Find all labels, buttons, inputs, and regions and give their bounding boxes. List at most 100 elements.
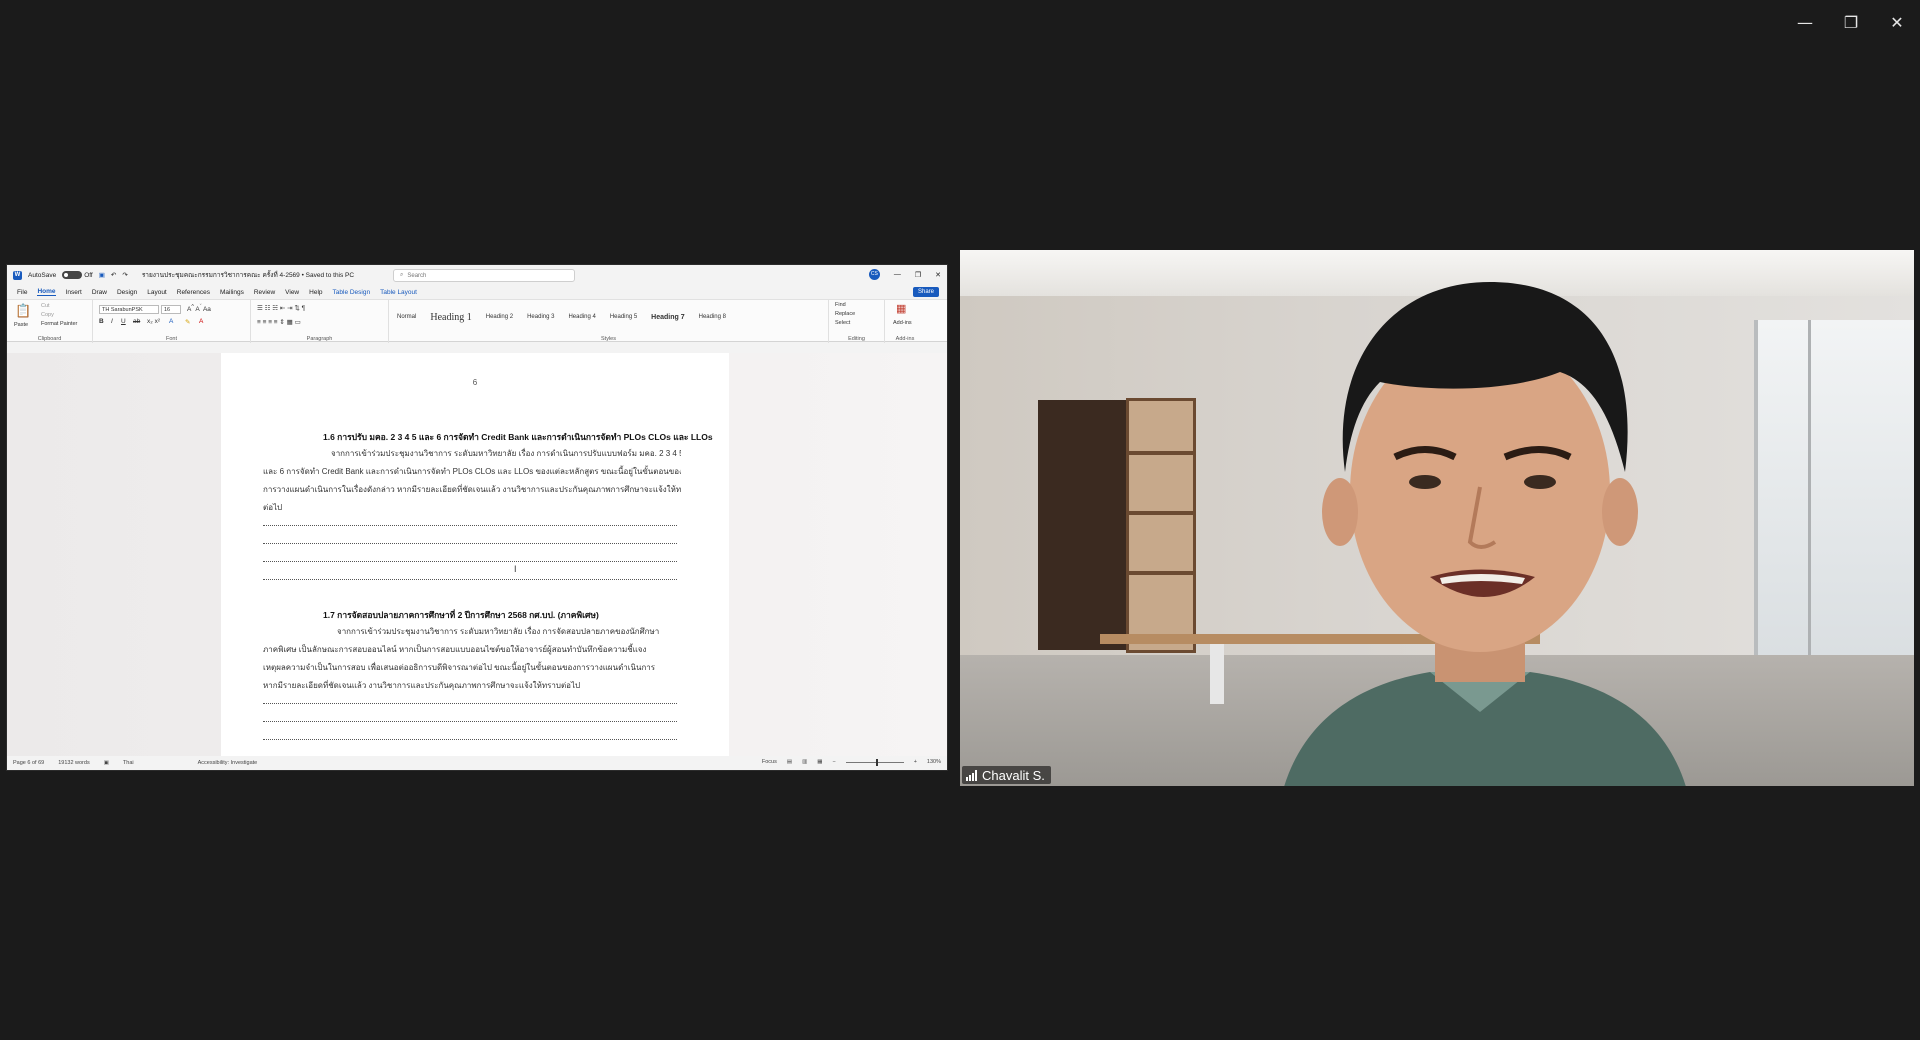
- font-name-select[interactable]: TH SarabunPSK: [99, 305, 159, 314]
- clipboard-label: Clipboard: [37, 336, 62, 342]
- read-mode-icon[interactable]: ▤: [787, 759, 792, 765]
- subscript-icon[interactable]: x₂ x²: [147, 318, 160, 325]
- web-layout-icon[interactable]: ▦: [817, 759, 822, 765]
- participant-name: Chavalit S.: [982, 767, 1045, 783]
- grow-font-icon[interactable]: A^ Aˇ Aa: [187, 304, 211, 313]
- page-count[interactable]: Page 6 of 69: [13, 760, 44, 766]
- format-painter-button[interactable]: Format Painter: [41, 321, 77, 327]
- addins-label: Add-ins: [895, 336, 915, 342]
- tab-draw[interactable]: Draw: [92, 289, 107, 296]
- zoom-out-icon[interactable]: −: [832, 759, 835, 765]
- style-heading-3[interactable]: Heading 3: [527, 314, 554, 320]
- zoom-slider[interactable]: [845, 758, 904, 766]
- word-count[interactable]: 19132 words: [58, 760, 90, 766]
- highlight-icon[interactable]: ✎: [185, 318, 190, 326]
- cut-button[interactable]: Cut: [41, 303, 50, 309]
- tab-insert[interactable]: Insert: [66, 289, 82, 296]
- dotted-line: [263, 703, 677, 704]
- tab-view[interactable]: View: [285, 289, 299, 296]
- style-heading-8[interactable]: Heading 8: [699, 314, 726, 320]
- signal-icon: [966, 769, 977, 781]
- style-heading-5[interactable]: Heading 5: [610, 314, 637, 320]
- word-titlebar: W AutoSave Off ▣ ↶ ↷ รายงานประชุมคณะกรรม…: [7, 265, 947, 285]
- search-input[interactable]: ⌕ Search: [393, 269, 575, 282]
- tab-review[interactable]: Review: [254, 289, 275, 296]
- word-close-icon[interactable]: ✕: [935, 271, 941, 279]
- print-layout-icon[interactable]: ▥: [802, 759, 807, 765]
- font-color-icon[interactable]: A: [199, 318, 203, 325]
- style-heading-7[interactable]: Heading 7: [651, 314, 684, 321]
- bold-icon[interactable]: B: [99, 318, 104, 325]
- background-shelf: [1126, 398, 1196, 653]
- save-icon[interactable]: ▣: [99, 271, 105, 279]
- para1-line3: การวางแผนดำเนินการในเรื่องดังกล่าว หากมี…: [263, 485, 681, 494]
- para2-line1: จากการเข้าร่วมประชุมงานวิชาการ ระดับมหาว…: [337, 627, 660, 636]
- style-normal[interactable]: Normal: [397, 314, 416, 320]
- document-page[interactable]: 6 1.6 การปรับ มคอ. 2 3 4 5 และ 6 การจัดท…: [221, 353, 729, 758]
- ribbon-tabs: File Home Insert Draw Design Layout Refe…: [7, 285, 947, 299]
- restore-icon[interactable]: ❐: [1828, 0, 1874, 44]
- close-icon[interactable]: ✕: [1874, 0, 1920, 44]
- word-restore-icon[interactable]: ❐: [915, 271, 921, 279]
- underline-icon[interactable]: U: [121, 318, 126, 325]
- tab-file[interactable]: File: [17, 289, 27, 296]
- autosave-toggle[interactable]: [62, 271, 83, 279]
- para1-line2: และ 6 การจัดทำ Credit Bank และการดำเนินก…: [263, 467, 681, 476]
- italic-icon[interactable]: I: [111, 318, 113, 325]
- select-button[interactable]: Select: [835, 320, 850, 326]
- addins-icon[interactable]: ▦: [896, 302, 906, 315]
- zoom-in-icon[interactable]: +: [914, 759, 917, 765]
- share-button[interactable]: Share: [912, 287, 939, 297]
- accessibility-status[interactable]: Accessibility: Investigate: [198, 760, 258, 766]
- word-minimize-icon[interactable]: —: [894, 271, 901, 278]
- tab-table-layout[interactable]: Table Layout: [380, 289, 417, 296]
- dotted-line: [263, 525, 677, 526]
- tab-table-design[interactable]: Table Design: [333, 289, 371, 296]
- proofing-icon[interactable]: ▣: [104, 760, 109, 766]
- search-icon: ⌕: [400, 272, 404, 278]
- para1-line4: ต่อไป: [263, 503, 283, 512]
- style-heading-4[interactable]: Heading 4: [568, 314, 595, 320]
- editing-group: Find Replace Select Editing: [829, 300, 885, 343]
- font-size-select[interactable]: 16: [161, 305, 181, 314]
- dotted-line: [263, 739, 677, 740]
- tab-help[interactable]: Help: [309, 289, 322, 296]
- redo-icon[interactable]: ↷: [122, 271, 127, 279]
- page-number: 6: [472, 378, 478, 387]
- zoom-level[interactable]: 130%: [927, 759, 941, 765]
- style-heading-2[interactable]: Heading 2: [486, 314, 513, 320]
- font-label: Font: [165, 336, 177, 342]
- tab-mailings[interactable]: Mailings: [220, 289, 244, 296]
- undo-icon[interactable]: ↶: [111, 271, 116, 279]
- participant-video[interactable]: Chavalit S.: [960, 250, 1914, 786]
- replace-button[interactable]: Replace: [835, 311, 855, 317]
- addins-button[interactable]: Add-ins: [893, 320, 912, 326]
- status-bar: Page 6 of 69 19132 words ▣ Thai Accessib…: [7, 756, 947, 770]
- copy-button[interactable]: Copy: [41, 312, 54, 318]
- styles-label: Styles: [601, 336, 616, 342]
- text-effects-icon[interactable]: A: [169, 318, 173, 325]
- style-heading-1[interactable]: Heading 1: [430, 312, 471, 323]
- shared-screen: W AutoSave Off ▣ ↶ ↷ รายงานประชุมคณะกรรม…: [6, 264, 948, 771]
- avatar[interactable]: CS: [868, 269, 880, 280]
- tab-references[interactable]: References: [177, 289, 210, 296]
- paragraph-label: Paragraph: [306, 336, 333, 342]
- strikethrough-icon[interactable]: ab: [133, 318, 140, 325]
- window-controls: — ❐ ✕: [1782, 0, 1920, 44]
- paste-icon[interactable]: 📋: [15, 303, 31, 319]
- section-heading-1-7: 1.7 การจัดสอบปลายภาคการศึกษาที่ 2 ปีการศ…: [323, 610, 599, 620]
- focus-button[interactable]: Focus: [762, 759, 777, 765]
- tab-layout[interactable]: Layout: [147, 289, 167, 296]
- find-button[interactable]: Find: [835, 302, 846, 308]
- language[interactable]: Thai: [123, 760, 134, 766]
- paste-button[interactable]: Paste: [14, 322, 28, 328]
- tab-design[interactable]: Design: [117, 289, 137, 296]
- ribbon: 📋 Paste Cut Copy Format Painter Clipboar…: [7, 299, 947, 343]
- align-icons[interactable]: ≡ ≡ ≡ ≡ ⇕ ▦ ▭: [257, 318, 301, 326]
- bullets-icon[interactable]: ☰ ☷ ☵ ⇤ ⇥ ⇅ ¶: [257, 304, 305, 312]
- participant-person: [1284, 282, 1686, 786]
- para1-line1: จากการเข้าร่วมประชุมงานวิชาการ ระดับมหาว…: [331, 449, 681, 458]
- minimize-icon[interactable]: —: [1782, 0, 1828, 44]
- tab-home[interactable]: Home: [37, 288, 56, 296]
- paragraph-group: ☰ ☷ ☵ ⇤ ⇥ ⇅ ¶ ≡ ≡ ≡ ≡ ⇕ ▦ ▭ Paragraph: [251, 300, 389, 343]
